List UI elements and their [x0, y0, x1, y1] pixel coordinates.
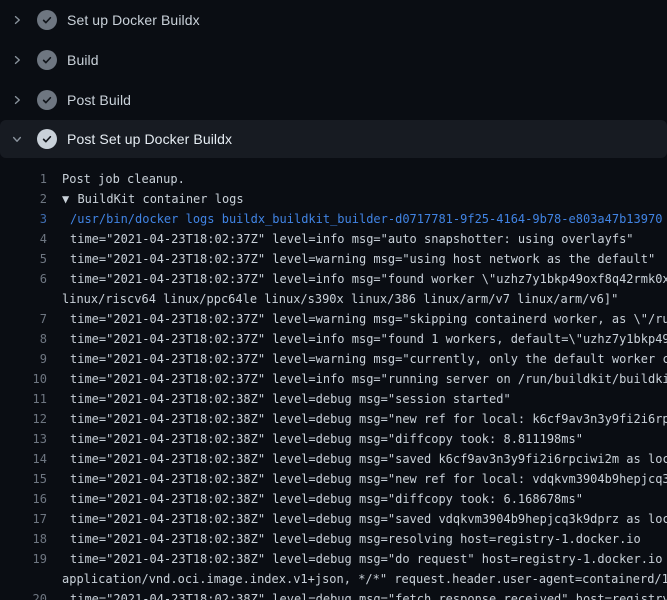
log-line-number[interactable]: [0, 289, 47, 309]
log-line-text: application/vnd.oci.image.index.v1+json,…: [47, 569, 667, 589]
log-line-text: ▼ BuildKit container logs: [47, 189, 244, 209]
step-label: Build: [67, 52, 99, 68]
log-line: 6 time="2021-04-23T18:02:37Z" level=info…: [0, 269, 667, 289]
step-list: Set up Docker Buildx Build Post Build: [0, 0, 667, 158]
log-line-text: time="2021-04-23T18:02:38Z" level=debug …: [47, 509, 667, 529]
log-line: 4 time="2021-04-23T18:02:37Z" level=info…: [0, 229, 667, 249]
chevron-right-icon[interactable]: [10, 53, 24, 67]
log-line-number[interactable]: 1: [0, 169, 47, 189]
log-line-number[interactable]: 9: [0, 349, 47, 369]
log-line-text: /usr/bin/docker logs buildx_buildkit_bui…: [47, 209, 662, 229]
log-line: application/vnd.oci.image.index.v1+json,…: [0, 569, 667, 589]
check-circle-icon: [37, 10, 57, 30]
log-line: 17 time="2021-04-23T18:02:38Z" level=deb…: [0, 509, 667, 529]
log-line: 20 time="2021-04-23T18:02:38Z" level=deb…: [0, 589, 667, 600]
step-label: Post Build: [67, 92, 131, 108]
step-header-post-build[interactable]: Post Build: [0, 80, 667, 120]
log-line-number[interactable]: 16: [0, 489, 47, 509]
log-line: 7 time="2021-04-23T18:02:37Z" level=warn…: [0, 309, 667, 329]
log-line-text: time="2021-04-23T18:02:38Z" level=debug …: [47, 489, 583, 509]
step-header-build[interactable]: Build: [0, 40, 667, 80]
chevron-down-icon[interactable]: [10, 132, 24, 146]
check-circle-icon: [37, 129, 57, 149]
log-line: 5 time="2021-04-23T18:02:37Z" level=warn…: [0, 249, 667, 269]
log-line-number[interactable]: 3: [0, 209, 47, 229]
log-line-text: time="2021-04-23T18:02:37Z" level=info m…: [47, 269, 667, 289]
log-line-number[interactable]: 20: [0, 589, 47, 600]
log-line-text: time="2021-04-23T18:02:37Z" level=warnin…: [47, 249, 655, 269]
log-line: 11 time="2021-04-23T18:02:38Z" level=deb…: [0, 389, 667, 409]
log-line-text: time="2021-04-23T18:02:38Z" level=debug …: [47, 389, 511, 409]
log-line-text: time="2021-04-23T18:02:37Z" level=warnin…: [47, 349, 667, 369]
log-line-text: time="2021-04-23T18:02:38Z" level=debug …: [47, 589, 667, 600]
log-line-number[interactable]: 14: [0, 449, 47, 469]
chevron-right-icon[interactable]: [10, 13, 24, 27]
log-line-text: time="2021-04-23T18:02:38Z" level=debug …: [47, 449, 667, 469]
log-line-number[interactable]: 6: [0, 269, 47, 289]
log-line-number[interactable]: [0, 569, 47, 589]
log-line-number[interactable]: 19: [0, 549, 47, 569]
log-line-text: time="2021-04-23T18:02:38Z" level=debug …: [47, 469, 667, 489]
log-line: 13 time="2021-04-23T18:02:38Z" level=deb…: [0, 429, 667, 449]
log-line-number[interactable]: 13: [0, 429, 47, 449]
log-line: 2 ▼ BuildKit container logs: [0, 189, 667, 209]
group-title[interactable]: BuildKit container logs: [77, 192, 243, 206]
log-line-number[interactable]: 17: [0, 509, 47, 529]
log-line: 3 /usr/bin/docker logs buildx_buildkit_b…: [0, 209, 667, 229]
log-line-number[interactable]: 12: [0, 409, 47, 429]
log-line-text: time="2021-04-23T18:02:37Z" level=info m…: [47, 229, 634, 249]
log-line-text: linux/riscv64 linux/ppc64le linux/s390x …: [47, 289, 618, 309]
log-line: 14 time="2021-04-23T18:02:38Z" level=deb…: [0, 449, 667, 469]
log-line: 9 time="2021-04-23T18:02:37Z" level=warn…: [0, 349, 667, 369]
actions-log-viewer: Set up Docker Buildx Build Post Build: [0, 0, 667, 600]
group-toggle-icon[interactable]: ▼: [62, 192, 76, 206]
log-line-text: time="2021-04-23T18:02:37Z" level=warnin…: [47, 309, 667, 329]
step-label: Set up Docker Buildx: [67, 12, 200, 28]
log-line: 12 time="2021-04-23T18:02:38Z" level=deb…: [0, 409, 667, 429]
log-line: 19 time="2021-04-23T18:02:38Z" level=deb…: [0, 549, 667, 569]
log-line: 8 time="2021-04-23T18:02:37Z" level=info…: [0, 329, 667, 349]
log-line-number[interactable]: 8: [0, 329, 47, 349]
log-line: 15 time="2021-04-23T18:02:38Z" level=deb…: [0, 469, 667, 489]
log-line-text: time="2021-04-23T18:02:38Z" level=debug …: [47, 549, 667, 569]
check-circle-icon: [37, 50, 57, 70]
log-line-text: Post job cleanup.: [47, 169, 185, 189]
log-line-number[interactable]: 5: [0, 249, 47, 269]
log-line-text: time="2021-04-23T18:02:37Z" level=info m…: [47, 369, 667, 389]
log-line: 1 Post job cleanup.: [0, 169, 667, 189]
log-line-number[interactable]: 10: [0, 369, 47, 389]
log-line-number[interactable]: 4: [0, 229, 47, 249]
log-line: 18 time="2021-04-23T18:02:38Z" level=deb…: [0, 529, 667, 549]
step-header-post-set-up-docker-buildx[interactable]: Post Set up Docker Buildx: [0, 120, 667, 158]
log-line-text: time="2021-04-23T18:02:38Z" level=debug …: [47, 529, 641, 549]
log-line-number[interactable]: 15: [0, 469, 47, 489]
chevron-right-icon[interactable]: [10, 93, 24, 107]
log-lines-container: 1 Post job cleanup. 2 ▼ BuildKit contain…: [0, 169, 667, 600]
log-line-number[interactable]: 2: [0, 189, 47, 209]
log-line: 10 time="2021-04-23T18:02:37Z" level=inf…: [0, 369, 667, 389]
log-line-text: time="2021-04-23T18:02:37Z" level=info m…: [47, 329, 667, 349]
check-circle-icon: [37, 90, 57, 110]
log-line-number[interactable]: 7: [0, 309, 47, 329]
step-label: Post Set up Docker Buildx: [67, 131, 232, 147]
log-line-text: time="2021-04-23T18:02:38Z" level=debug …: [47, 429, 583, 449]
log-line: linux/riscv64 linux/ppc64le linux/s390x …: [0, 289, 667, 309]
log-line-text: time="2021-04-23T18:02:38Z" level=debug …: [47, 409, 667, 429]
log-line: 16 time="2021-04-23T18:02:38Z" level=deb…: [0, 489, 667, 509]
log-line-number[interactable]: 11: [0, 389, 47, 409]
step-header-set-up-docker-buildx[interactable]: Set up Docker Buildx: [0, 0, 667, 40]
log-line-number[interactable]: 18: [0, 529, 47, 549]
